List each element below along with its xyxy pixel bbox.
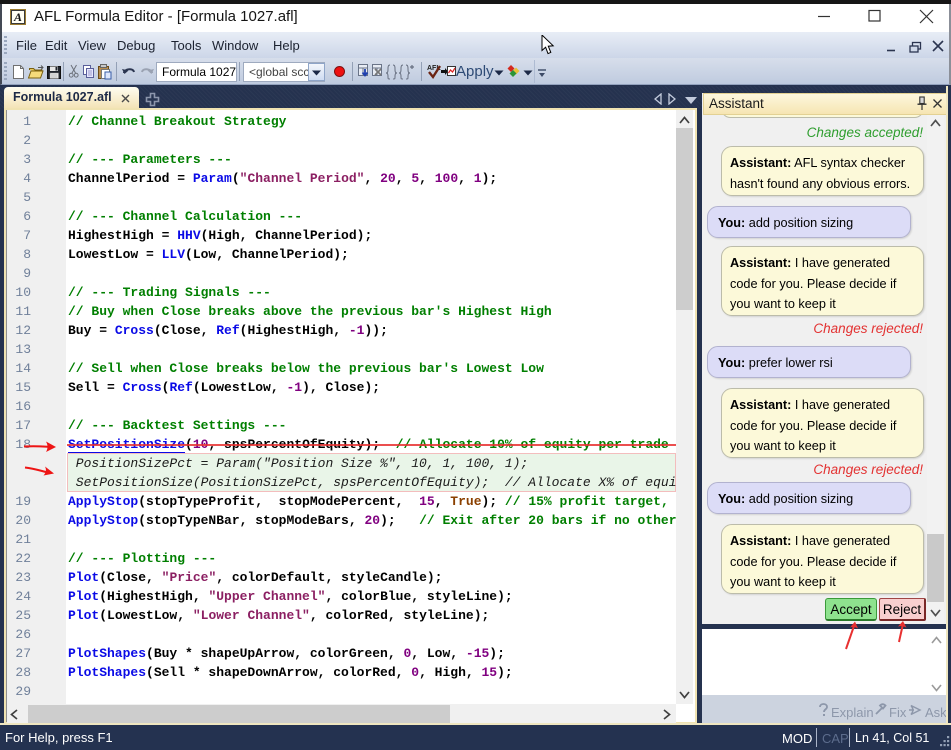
svg-text:A: A — [13, 10, 22, 24]
